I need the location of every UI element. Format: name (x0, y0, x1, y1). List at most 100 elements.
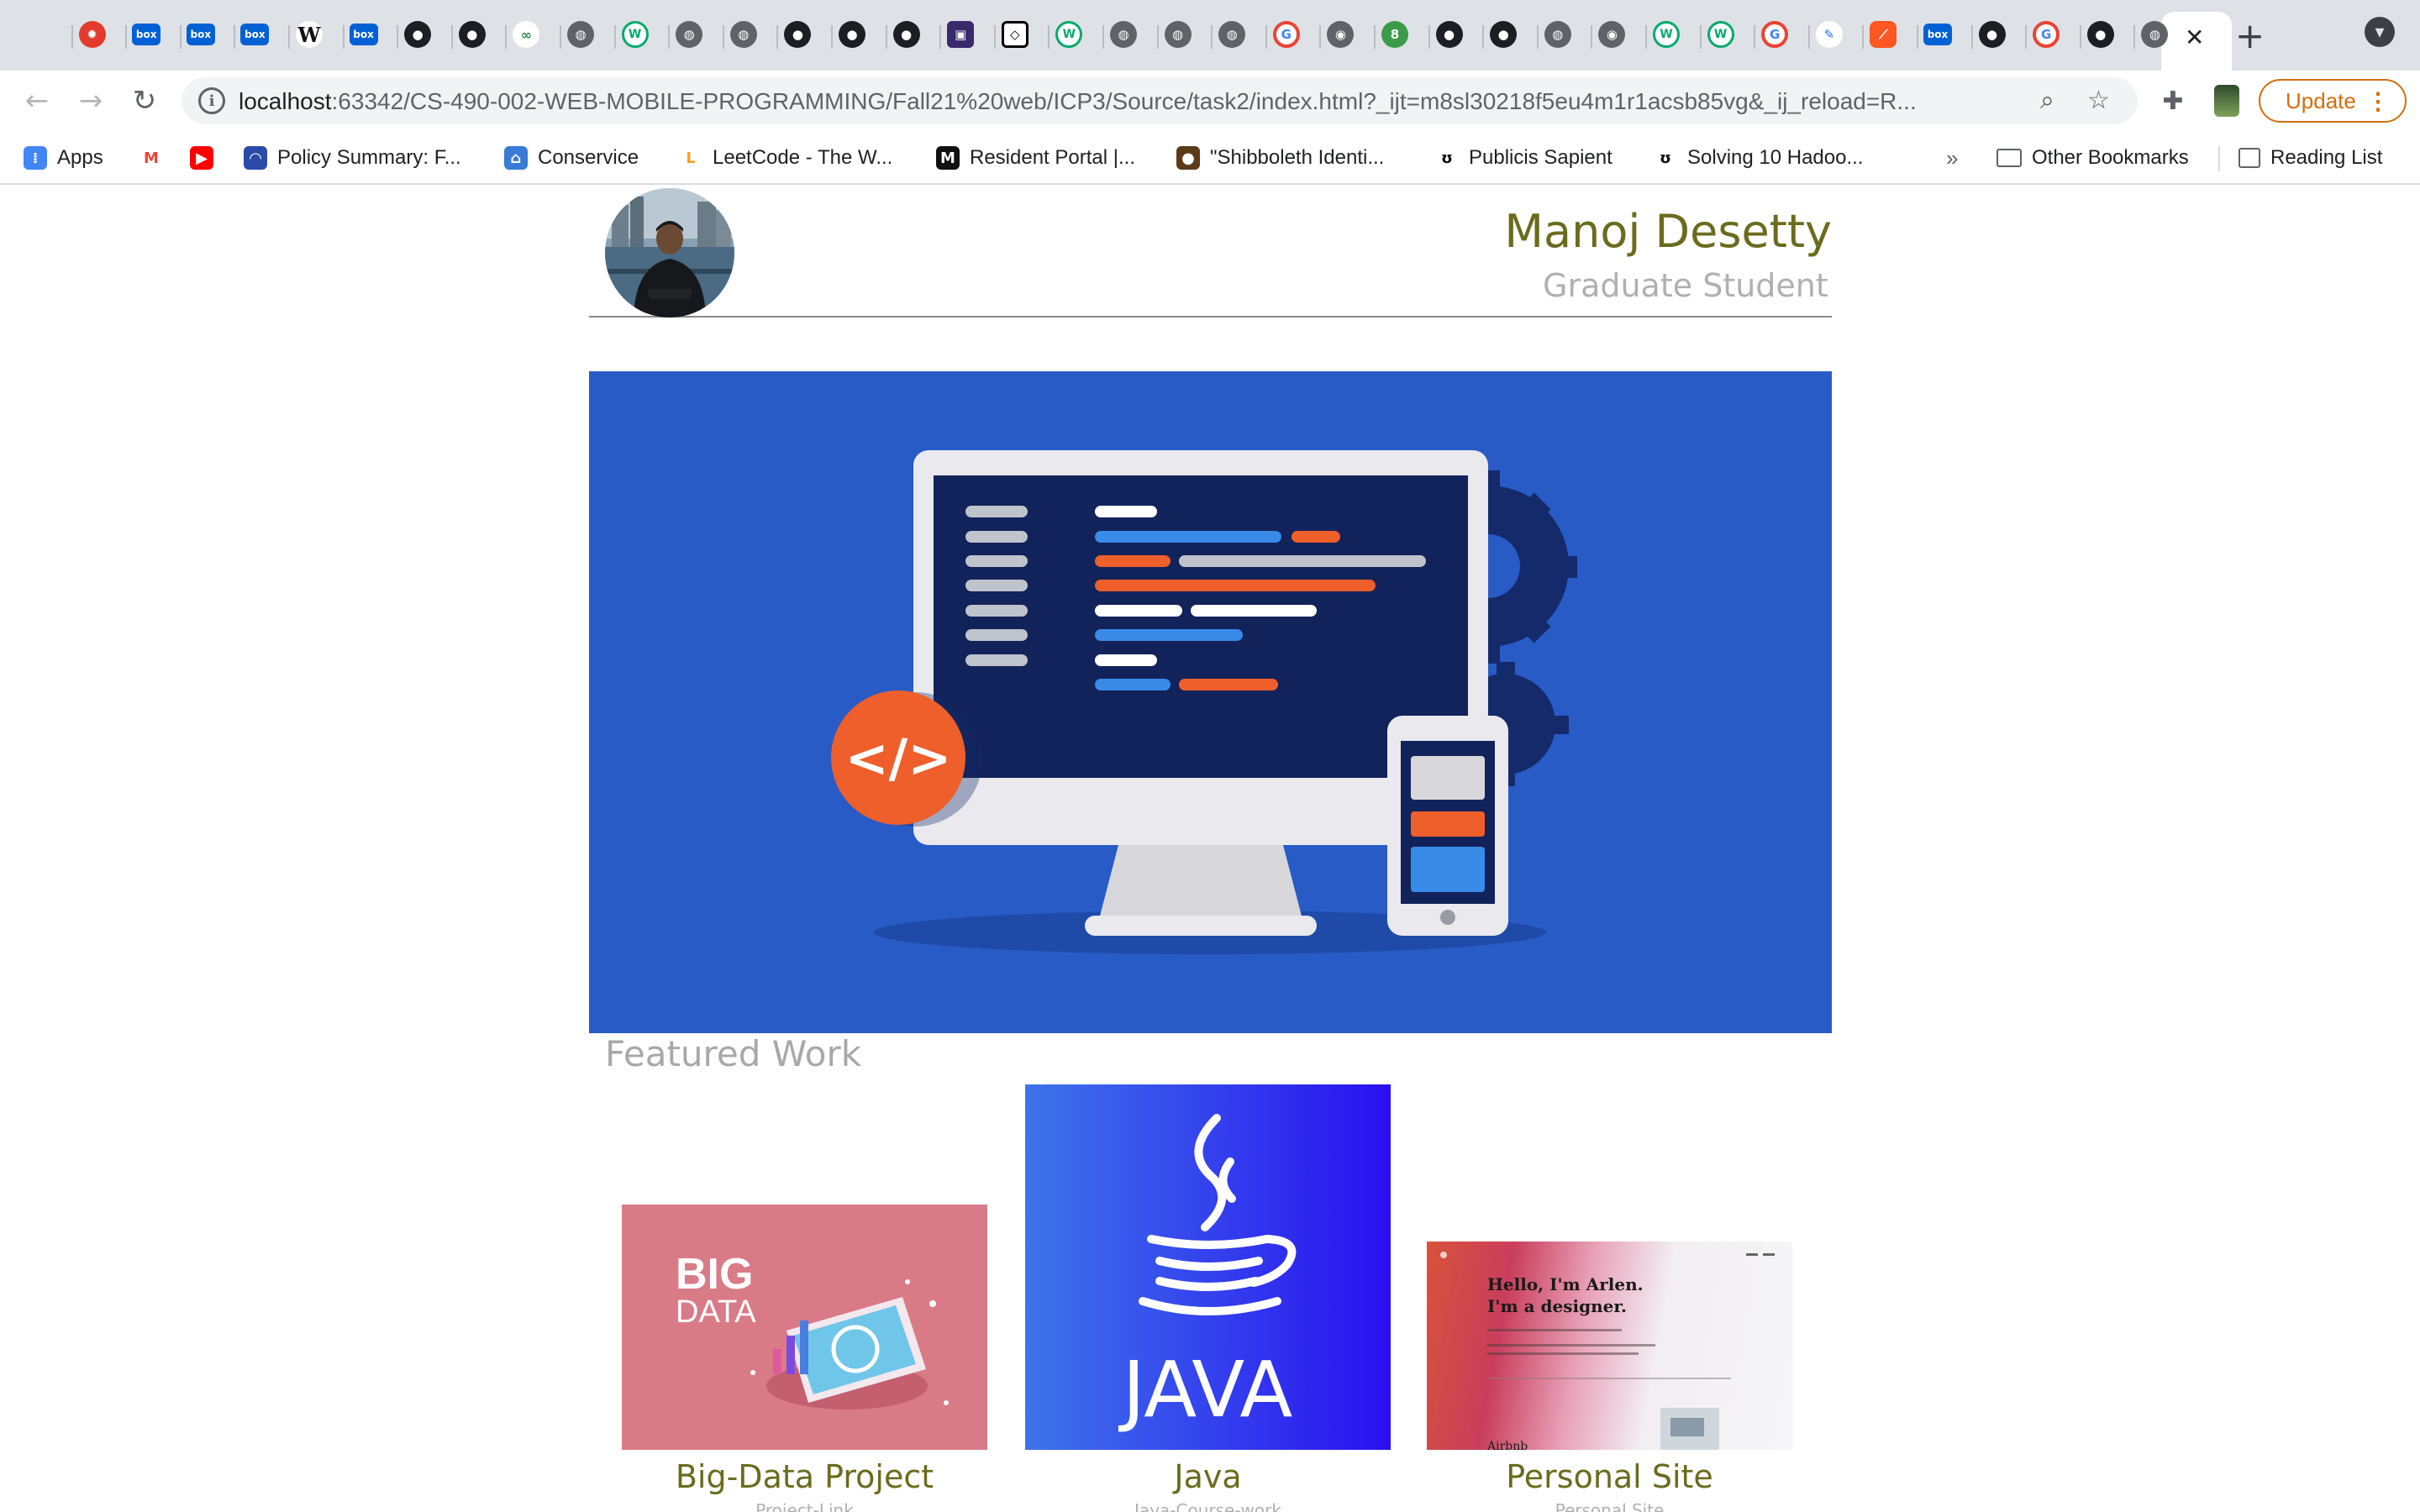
browser-tab[interactable]: box (345, 15, 383, 54)
browser-tab[interactable]: box (1918, 15, 1957, 54)
browser-tab[interactable]: ◍ (1539, 15, 1577, 54)
project-title[interactable]: Java (1025, 1458, 1391, 1495)
bookmarks-overflow-button[interactable]: » (1946, 144, 1958, 171)
browser-tab[interactable]: W (616, 15, 655, 54)
bookmarks-bar: » Other Bookmarks Reading List ⁞ Apps M ▶ ◠ P… (0, 131, 2420, 185)
w3schools-icon: W (1653, 21, 1680, 48)
apps-grid-icon: ⁞ (24, 146, 47, 170)
new-tab-button[interactable]: + (2235, 15, 2265, 56)
reading-list-label: Reading List (2270, 146, 2383, 169)
tab-separator (1807, 25, 1810, 49)
browser-tab[interactable]: G (1755, 15, 1794, 54)
browser-tab[interactable]: ◍ (670, 15, 708, 54)
browser-tab[interactable]: ◍ (561, 15, 600, 54)
browser-tab[interactable]: W (1702, 15, 1740, 54)
bookmark-item[interactable]: ⁞ Apps (24, 144, 103, 171)
browser-tab[interactable]: G (1267, 15, 1306, 54)
bookmark-item[interactable]: M Resident Portal |... (936, 144, 1135, 171)
zoom-icon[interactable]: ⌕ (2040, 86, 2054, 115)
browser-tab[interactable]: ● (398, 15, 437, 54)
browser-tab[interactable]: ◉ (1321, 15, 1360, 54)
browser-tab[interactable]: box (127, 15, 166, 54)
bookmark-item[interactable]: ◠ Policy Summary: F... (244, 144, 461, 171)
big-data-thumbnail[interactable]: BIG DATA (622, 1205, 987, 1450)
bookmark-item[interactable]: M (139, 144, 163, 171)
bookmark-item[interactable]: ᒪ LeetCode - The W... (679, 144, 892, 171)
bookmark-item[interactable]: ⌂ Conservice (504, 144, 639, 171)
browser-tab[interactable]: ✎ (1810, 15, 1849, 54)
browser-tab[interactable]: ⟋ (1864, 15, 1902, 54)
tab-separator (505, 25, 508, 49)
browser-menu-icon[interactable]: ⋮ (2366, 87, 2390, 115)
tab-separator (125, 25, 128, 49)
geeksforgeeks-icon: ∞ (513, 21, 540, 48)
bookmark-item[interactable]: ▶ (190, 144, 213, 171)
address-bar[interactable]: i localhost:63342/CS-490-002-WEB-MOBILE-… (182, 77, 2138, 124)
github-icon: ● (784, 21, 812, 48)
browser-tab[interactable]: W (290, 15, 329, 54)
other-bookmarks-folder[interactable]: Other Bookmarks (1996, 144, 2189, 171)
browser-tab[interactable]: ● (1430, 15, 1469, 54)
browser-tab[interactable]: W (1050, 15, 1088, 54)
globe-icon: ◍ (1110, 21, 1137, 48)
back-button[interactable]: ← (17, 81, 57, 121)
bookmark-item[interactable]: ʊ Publicis Sapient (1435, 144, 1612, 171)
browser-tab[interactable]: 8 (1376, 15, 1414, 54)
update-button[interactable]: Update ⋮ (2259, 79, 2407, 123)
extensions-puzzle-icon[interactable]: ✚ (2156, 84, 2190, 118)
tab-separator (1048, 25, 1050, 49)
tab-separator (1156, 25, 1159, 49)
project-title[interactable]: Personal Site (1427, 1458, 1792, 1495)
project-link[interactable]: Project-Link (622, 1500, 987, 1512)
google-icon: G (2033, 21, 2060, 48)
site-info-icon[interactable]: i (198, 87, 225, 114)
reading-list-button[interactable]: Reading List (2238, 144, 2382, 171)
browser-tab[interactable]: ◍ (1213, 15, 1251, 54)
reload-button[interactable]: ↻ (124, 81, 165, 121)
w3schools-icon: W (621, 21, 649, 48)
tab-search-icon[interactable]: ▾ (2365, 17, 2395, 47)
browser-tab[interactable]: box (235, 15, 274, 54)
browser-tab[interactable]: ◉ (1592, 15, 1631, 54)
browser-tab[interactable]: ● (2081, 15, 2120, 54)
tab-separator (1374, 25, 1376, 49)
browser-tab[interactable]: box (182, 15, 220, 54)
browser-tab[interactable]: ◍ (724, 15, 763, 54)
browser-tab[interactable]: ● (1484, 15, 1523, 54)
profile-avatar-icon[interactable] (2210, 84, 2244, 118)
browser-tab[interactable] (18, 15, 57, 54)
browser-tab[interactable]: G (2027, 15, 2065, 54)
project-link[interactable]: Java-Course-work (1025, 1500, 1391, 1512)
browser-tab[interactable]: ● (778, 15, 817, 54)
forward-button[interactable]: → (71, 81, 111, 121)
address-bar-url[interactable]: localhost:63342/CS-490-002-WEB-MOBILE-PR… (239, 88, 1917, 115)
tab-separator (1699, 25, 1702, 49)
tab-separator (397, 25, 399, 49)
project-title[interactable]: Big-Data Project (622, 1458, 987, 1495)
browser-tab[interactable]: W (1647, 15, 1686, 54)
close-tab-icon[interactable]: ✕ (2185, 24, 2204, 51)
project-link[interactable]: Personal Site (1427, 1500, 1792, 1512)
browser-tab[interactable]: ◍ (1159, 15, 1197, 54)
shibboleth-icon: ● (1176, 146, 1200, 170)
browser-tab[interactable]: ● (453, 15, 492, 54)
reading-list-icon (2238, 148, 2260, 168)
bookmark-item[interactable]: ● "Shibboleth Identi... (1176, 144, 1384, 171)
browser-tab[interactable]: ◇ (996, 15, 1034, 54)
browser-tab[interactable]: ● (1973, 15, 2012, 54)
github-icon: ● (458, 21, 486, 48)
browser-tab[interactable]: ∞ (507, 15, 545, 54)
update-label: Update (2286, 87, 2356, 113)
github-icon: ● (839, 21, 865, 48)
browser-tab[interactable]: ▣ (941, 15, 980, 54)
bookmark-star-icon[interactable]: ☆ (2087, 86, 2110, 115)
java-thumbnail[interactable]: JAVA (1025, 1084, 1391, 1450)
browser-tab[interactable]: ◍ (1104, 15, 1143, 54)
browser-tab[interactable]: ● (887, 15, 926, 54)
browser-tab[interactable]: ● (833, 15, 871, 54)
tab-separator (1211, 25, 1213, 49)
personal-site-thumbnail[interactable]: Hello, I'm Arlen. I'm a designer. Airbnb (1427, 1242, 1792, 1450)
browser-tab[interactable]: ◍ (2135, 15, 2174, 54)
browser-tab[interactable]: ✹ (73, 15, 112, 54)
bookmark-item[interactable]: ʊ Solving 10 Hadoo... (1654, 144, 1863, 171)
